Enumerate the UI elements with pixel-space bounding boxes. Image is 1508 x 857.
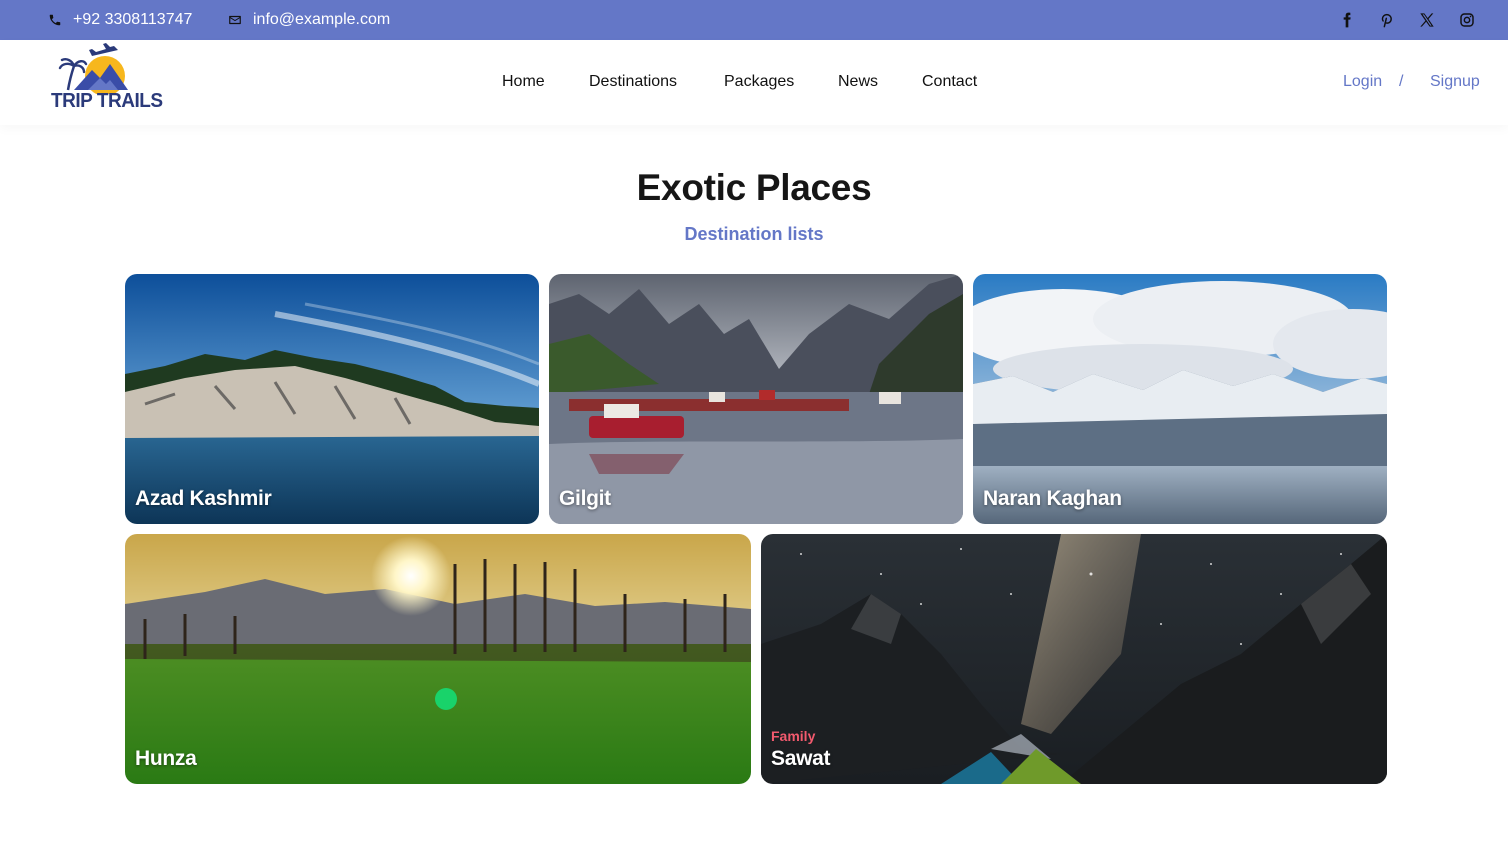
x-link[interactable] (1418, 11, 1436, 29)
nav-destinations[interactable]: Destinations (589, 73, 677, 91)
destination-card-azad-kashmir[interactable]: Azad Kashmir (125, 274, 539, 524)
night-sky-mountains-image (761, 534, 1387, 784)
fjord-village-image (549, 274, 963, 524)
email-address: info@example.com (253, 11, 391, 28)
destination-name: Azad Kashmir (135, 487, 272, 510)
instagram-icon (1460, 13, 1474, 27)
facebook-icon (1343, 12, 1351, 28)
x-icon (1420, 13, 1434, 27)
mail-icon (229, 15, 241, 25)
destination-name: Naran Kaghan (983, 487, 1122, 510)
sunset-meadow-image (125, 534, 751, 784)
destination-name: Gilgit (559, 487, 611, 510)
site-header: TRIP TRAILS Home Destinations Packages N… (0, 40, 1508, 125)
section-subtitle: Destination lists (684, 224, 824, 244)
logo-mark-icon (58, 43, 128, 96)
pinterest-link[interactable] (1378, 11, 1396, 29)
login-link[interactable]: Login (1343, 73, 1382, 91)
destination-card-naran-kaghan[interactable]: Naran Kaghan (973, 274, 1387, 524)
nav-news[interactable]: News (838, 73, 878, 91)
category-tag: Family (771, 728, 816, 744)
top-bar: +92 3308113747 info@example.com (0, 0, 1508, 40)
nav-contact[interactable]: Contact (922, 73, 977, 91)
phone-number: +92 3308113747 (73, 11, 193, 28)
pinterest-icon (1381, 13, 1392, 28)
destination-name: Hunza (135, 747, 197, 770)
email-contact[interactable]: info@example.com (228, 0, 390, 40)
section-title: Exotic Places (636, 167, 872, 208)
destination-card-gilgit[interactable]: Gilgit (549, 274, 963, 524)
signup-link[interactable]: Signup (1430, 73, 1480, 91)
destination-card-sawat[interactable]: Family Sawat (761, 534, 1387, 784)
destination-name: Sawat (771, 747, 831, 770)
phone-icon (49, 14, 61, 26)
facebook-link[interactable] (1338, 11, 1356, 29)
brand-name: TRIP TRAILS (51, 90, 163, 112)
destination-card-hunza[interactable]: Hunza (125, 534, 751, 784)
nav-home[interactable]: Home (502, 73, 545, 91)
auth-separator: / (1399, 73, 1404, 90)
phone-contact[interactable]: +92 3308113747 (48, 0, 192, 40)
brand-logo[interactable]: TRIP TRAILS (48, 42, 163, 114)
nav-packages[interactable]: Packages (724, 73, 794, 91)
instagram-link[interactable] (1458, 11, 1476, 29)
